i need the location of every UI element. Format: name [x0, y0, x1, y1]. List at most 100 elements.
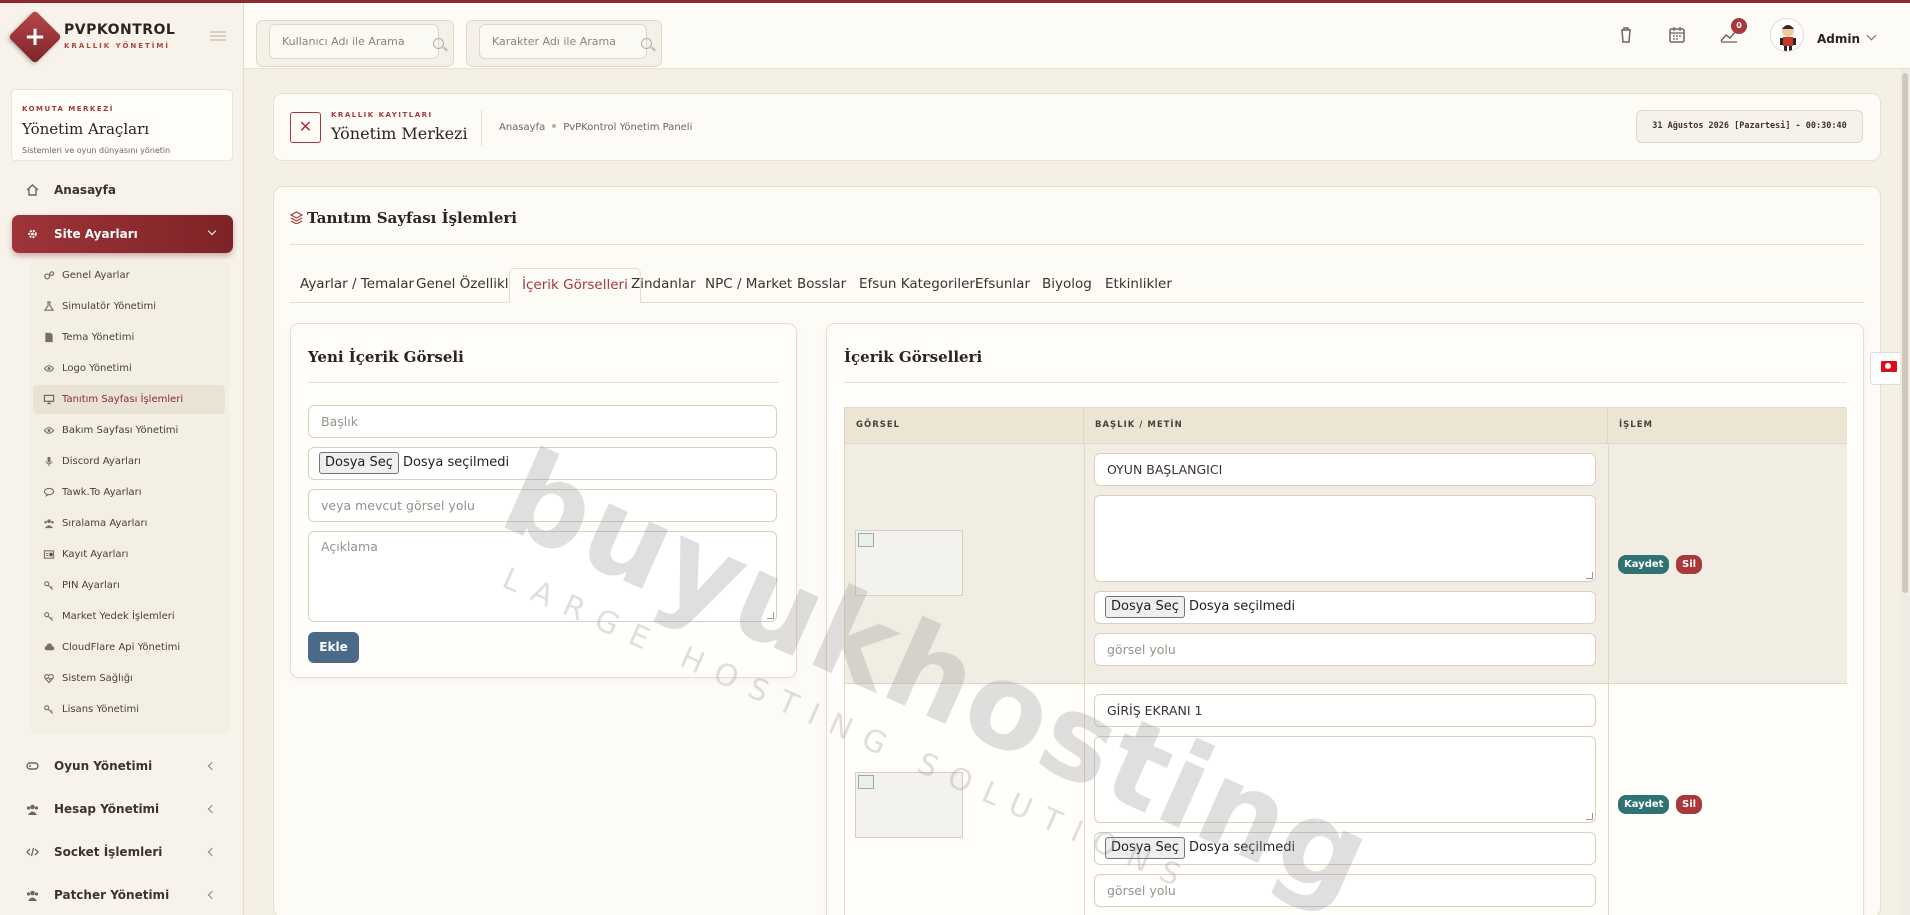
search-icon[interactable] [433, 38, 444, 49]
row-image-path-input[interactable]: görsel yolu [1094, 874, 1596, 907]
submenu-item[interactable]: Tanıtım Sayfası İşlemleri [33, 385, 225, 414]
header-kicker: KRALLIK KAYITLARI [331, 111, 433, 119]
image-path-input[interactable]: veya mevcut görsel yolu [308, 489, 777, 522]
user-search-input[interactable]: Kullanıcı Adı ile Arama [269, 24, 439, 59]
tab-etkinlikler[interactable]: Etkinlikler [1105, 268, 1172, 303]
row-text-textarea[interactable] [1094, 495, 1596, 582]
breadcrumb: Anasayfa PvPKontrol Yönetim Paneli [499, 122, 692, 133]
resize-handle[interactable] [1586, 813, 1593, 820]
delete-button[interactable]: Sil [1676, 795, 1703, 814]
save-button[interactable]: Kaydet [1618, 555, 1670, 574]
row-file-input[interactable]: Dosya Seç Dosya seçilmedi [1094, 832, 1596, 865]
row-image-path-input[interactable]: görsel yolu [1094, 633, 1596, 666]
sidebar-item-anasayfa[interactable]: Anasayfa [12, 171, 233, 209]
sidebar-item-oyun-yonetimi[interactable]: Oyun Yönetimi [12, 747, 233, 785]
row-file-input[interactable]: Dosya Seç Dosya seçilmedi [1094, 591, 1596, 624]
resize-handle[interactable] [767, 612, 774, 619]
submenu-item[interactable]: Tawk.To Ayarları [33, 478, 225, 507]
tab-npc-market[interactable]: NPC / Market [705, 268, 792, 303]
row-title-input[interactable]: GİRİŞ EKRANI 1 [1094, 694, 1596, 727]
admin-username[interactable]: Admin [1817, 32, 1860, 46]
submenu-item-label: Kayıt Ayarları [62, 549, 129, 560]
sidebar-item-patcher-yonetimi[interactable]: Patcher Yönetimi [12, 876, 233, 914]
submenu-item-label: Tema Yönetimi [62, 332, 135, 343]
submenu-item[interactable]: Discord Ayarları [33, 447, 225, 476]
submenu-item[interactable]: Genel Ayarlar [33, 261, 225, 290]
close-icon[interactable]: ✕ [290, 112, 321, 143]
title-input[interactable]: Başlık [308, 405, 777, 438]
sidebar-item-hesap-yonetimi[interactable]: Hesap Yönetimi [12, 790, 233, 828]
gamepad-icon [26, 762, 39, 770]
scrollbar[interactable] [1900, 69, 1910, 915]
tab-biyolog[interactable]: Biyolog [1042, 268, 1092, 303]
search-icon[interactable] [641, 38, 652, 49]
tab-zindanlar[interactable]: Zindanlar [631, 268, 696, 303]
file-status: Dosya seçilmedi [1188, 840, 1296, 855]
divider [308, 382, 779, 383]
chevron-down-icon [207, 226, 217, 236]
tab-efsun-kategorileri[interactable]: Efsun Kategorileri [859, 268, 979, 303]
choose-file-button[interactable]: Dosya Seç [319, 452, 399, 474]
submenu-item[interactable]: Market Yedek İşlemleri [33, 602, 225, 631]
tab-ayarlar-temalar[interactable]: Ayarlar / Temalar [300, 268, 414, 303]
tab-bosslar[interactable]: Bosslar [797, 268, 846, 303]
sidebar-item-socket-islemleri[interactable]: Socket İşlemleri [12, 833, 233, 871]
resize-handle[interactable] [1586, 572, 1593, 579]
breadcrumb-home[interactable]: Anasayfa [499, 122, 545, 133]
sidebar-item-site-ayarlari[interactable]: Site Ayarları [12, 215, 233, 253]
command-center-title: Yönetim Araçları [22, 120, 150, 138]
submenu-item[interactable]: Tema Yönetimi [33, 323, 225, 352]
brand-logo[interactable]: + [8, 10, 62, 64]
add-button[interactable]: Ekle [308, 632, 359, 663]
divider [290, 244, 1864, 245]
submenu-item-label: PIN Ayarları [62, 580, 120, 591]
delete-button[interactable]: Sil [1676, 555, 1703, 574]
breadcrumb-current: PvPKontrol Yönetim Paneli [563, 122, 693, 133]
description-textarea[interactable]: Açıklama [308, 531, 777, 622]
submenu-item-label: Genel Ayarlar [62, 270, 130, 281]
file-icon [45, 332, 53, 343]
save-button[interactable]: Kaydet [1618, 795, 1670, 814]
avatar[interactable] [1770, 18, 1804, 52]
brand-subtitle: KRALLIK YÖNETİMİ [64, 42, 170, 50]
user-search-box: Kullanıcı Adı ile Arama [256, 20, 454, 67]
column-header-image: GÖRSEL [845, 408, 1084, 443]
row-title-input[interactable]: OYUN BAŞLANGICI [1094, 453, 1596, 486]
row-text-textarea[interactable] [1094, 736, 1596, 823]
desktop-icon [43, 394, 55, 405]
file-status: Dosya seçilmedi [1188, 599, 1296, 614]
content-images-list: İçerik Görselleri GÖRSEL BAŞLIK / METİN … [826, 323, 1864, 915]
submenu-item[interactable]: Logo Yönetimi [33, 354, 225, 383]
submenu-item[interactable]: CloudFlare Api Yönetimi [33, 633, 225, 662]
submenu-item[interactable]: Sıralama Ayarları [33, 509, 225, 538]
calendar-icon[interactable] [1667, 25, 1687, 45]
submenu-item-label: Sıralama Ayarları [62, 518, 148, 529]
submenu-item[interactable]: Kayıt Ayarları [33, 540, 225, 569]
tab-icerik-gorselleri[interactable]: İçerik Görselleri [509, 268, 641, 303]
submenu-item[interactable]: Bakım Sayfası Yönetimi [33, 416, 225, 445]
scrollbar-thumb[interactable] [1902, 73, 1908, 593]
choose-file-button[interactable]: Dosya Seç [1105, 837, 1185, 859]
cogs-icon [44, 271, 55, 280]
chevron-left-icon [207, 761, 217, 771]
key-icon [44, 705, 54, 715]
chevron-left-icon [207, 890, 217, 900]
file-input[interactable]: Dosya Seç Dosya seçilmedi [308, 447, 777, 480]
submenu-item-label: Tawk.To Ayarları [62, 487, 142, 498]
tab-efsunlar[interactable]: Efsunlar [975, 268, 1030, 303]
chevron-down-icon[interactable] [1866, 30, 1877, 41]
choose-file-button[interactable]: Dosya Seç [1105, 596, 1185, 618]
tab-genel-ozellikler[interactable]: Genel Özellikler [416, 268, 522, 303]
submenu-item[interactable]: Simulatör Yönetimi [33, 292, 225, 321]
divider [481, 110, 482, 146]
menu-toggle-icon[interactable] [210, 31, 226, 41]
divider [1608, 444, 1609, 684]
character-search-input[interactable]: Karakter Adı ile Arama [479, 24, 647, 59]
submenu-item[interactable]: Sistem Sağlığı [33, 664, 225, 693]
trash-icon[interactable] [1616, 25, 1636, 45]
submenu-item-label: Logo Yönetimi [62, 363, 132, 374]
submenu-item[interactable]: PIN Ayarları [33, 571, 225, 600]
cloud-icon [44, 643, 55, 651]
sidebar-item-label: Anasayfa [54, 183, 116, 197]
submenu-item[interactable]: Lisans Yönetimi [33, 695, 225, 724]
